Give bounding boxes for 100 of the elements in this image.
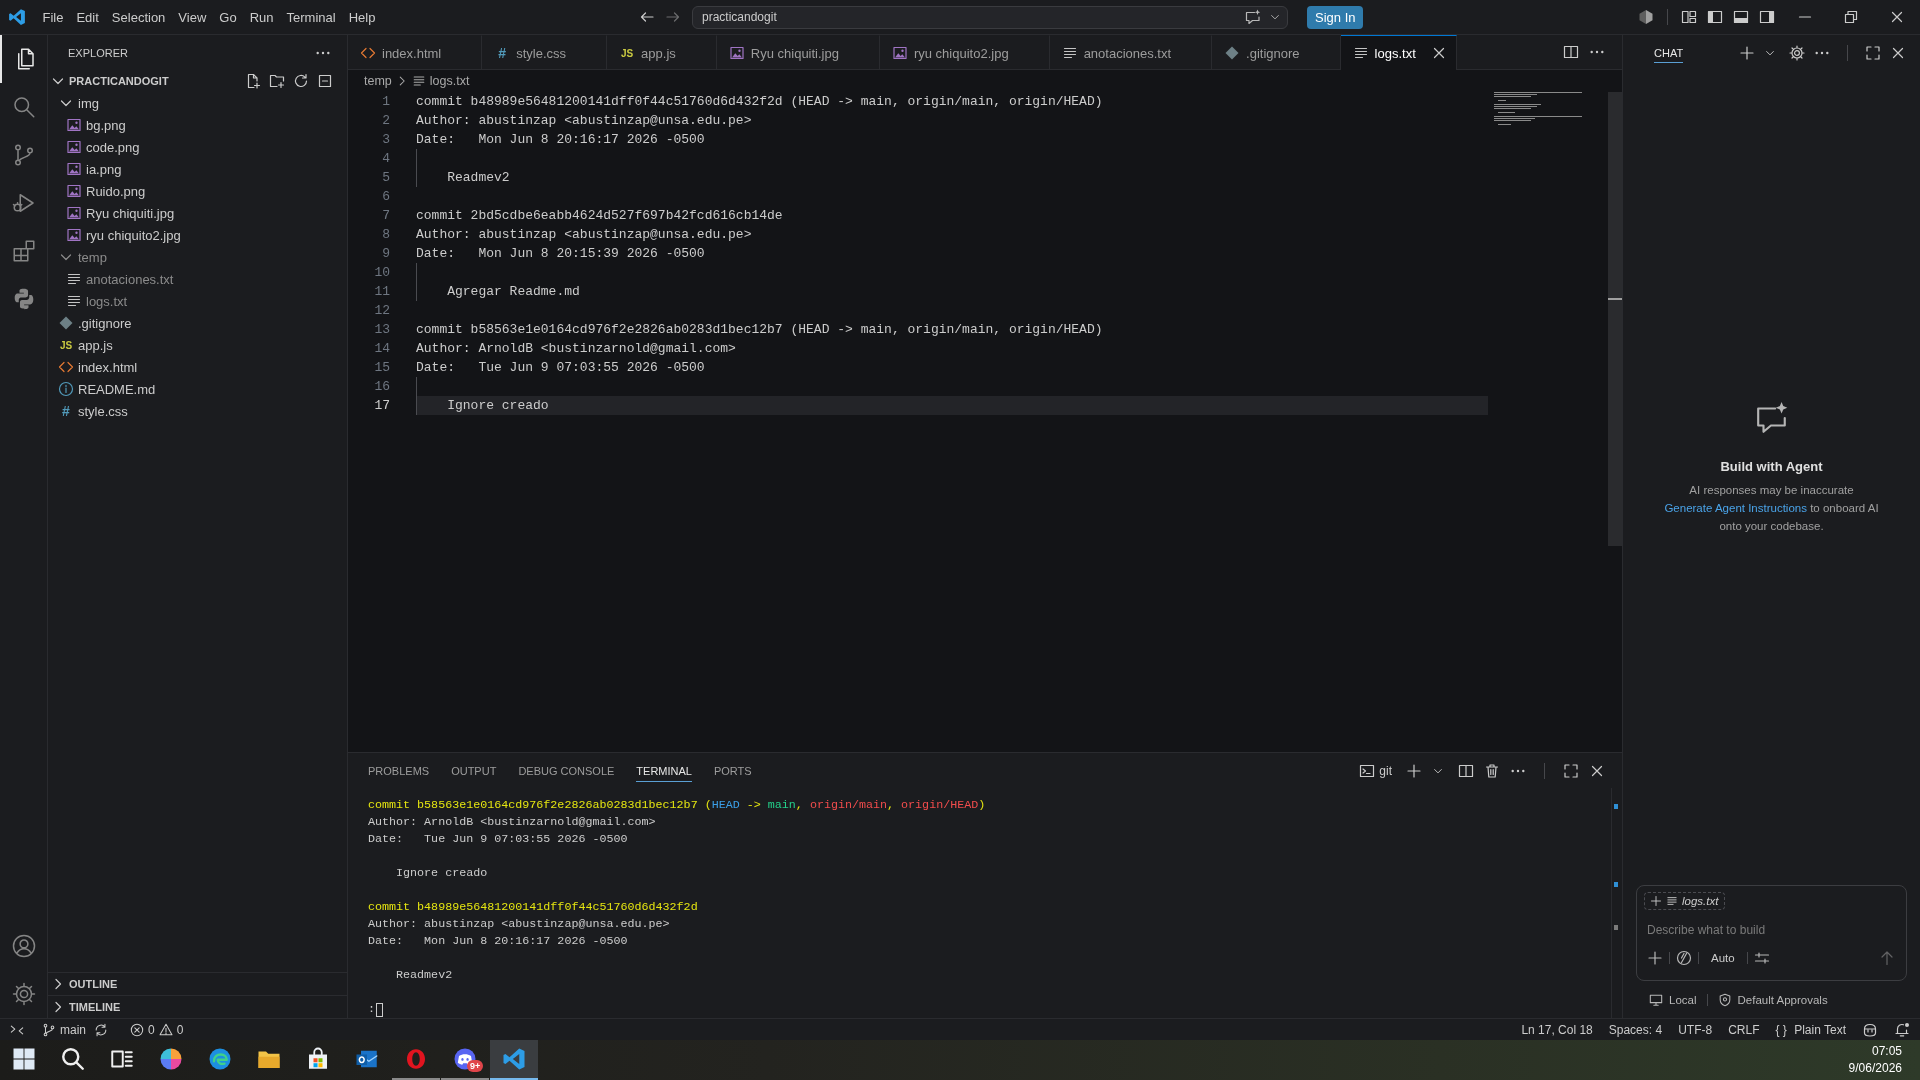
encoding-setting[interactable]: UTF-8 — [1678, 1022, 1713, 1037]
mode-picker[interactable]: Auto — [1705, 952, 1741, 964]
tree-item[interactable]: ia.png — [66, 161, 122, 177]
line-number: 8 — [382, 226, 390, 244]
taskbar-button[interactable]: 9+ — [441, 1040, 489, 1080]
location-picker[interactable]: Local — [1645, 992, 1701, 1007]
panel-tab[interactable]: OUTPUT — [451, 759, 497, 782]
chat-input[interactable]: Describe what to build — [1644, 920, 1898, 940]
hexagon-icon[interactable] — [1638, 9, 1654, 25]
wave-circle-icon — [208, 1047, 232, 1071]
maximize-icon[interactable] — [1865, 44, 1881, 61]
indentation-setting[interactable]: Spaces: 4 — [1608, 1022, 1663, 1037]
info-icon — [58, 381, 74, 397]
plus-icon — [1650, 895, 1662, 907]
sign-in-button[interactable]: Sign In — [1307, 5, 1364, 29]
layout-grid-icon[interactable] — [1681, 9, 1697, 25]
restore-icon[interactable] — [1843, 9, 1859, 25]
line-ending-setting[interactable]: CRLF — [1728, 1022, 1760, 1037]
sliders-icon[interactable] — [1753, 950, 1770, 966]
remote-icon[interactable] — [10, 1022, 24, 1037]
panel-tab[interactable]: TERMINAL — [636, 759, 692, 782]
search-icon — [11, 95, 36, 119]
cursor-position[interactable]: Ln 17, Col 18 — [1521, 1022, 1593, 1037]
chat-sparkle-icon[interactable] — [1245, 9, 1261, 25]
account-icon[interactable] — [11, 934, 36, 958]
robot-face-icon[interactable] — [1862, 1021, 1878, 1038]
layout-left-icon[interactable] — [1707, 9, 1723, 25]
tree-item[interactable]: .gitignore — [58, 315, 132, 331]
sync-icon[interactable] — [94, 1022, 108, 1037]
problems-indicator[interactable]: 0 0 — [130, 1022, 184, 1037]
settings-icon[interactable] — [1789, 44, 1805, 61]
menu-item[interactable]: Terminal — [280, 9, 343, 25]
layout-right-icon[interactable] — [1759, 9, 1775, 25]
branch-indicator[interactable]: main — [42, 1022, 86, 1037]
editor-tab[interactable]: anotaciones.txt — [1049, 35, 1213, 70]
folder-header[interactable]: PRACTICANDOGIT — [69, 75, 169, 87]
clock-time[interactable]: 07:05 — [1871, 1043, 1902, 1060]
chat-tab[interactable]: CHAT — [1654, 42, 1684, 63]
breadcrumb-item[interactable]: logs.txt — [411, 74, 470, 88]
editor-tab[interactable]: Ryu chiquiti.jpg — [716, 35, 880, 70]
line-number: 3 — [382, 131, 390, 149]
back-arrow-icon[interactable] — [639, 9, 655, 25]
command-center[interactable]: practicandogit — [692, 5, 1288, 29]
minimap[interactable] — [1494, 92, 1582, 126]
editor-tab[interactable]: JS app.js — [607, 35, 717, 70]
panel-tab[interactable]: DEBUG CONSOLE — [518, 759, 615, 782]
agent-instructions-link[interactable]: Generate Agent Instructions — [1664, 502, 1807, 514]
clock-date[interactable]: 9/06/2026 — [1848, 1060, 1902, 1077]
split-editor-icon[interactable] — [1563, 44, 1579, 60]
menu-item[interactable]: Run — [243, 9, 280, 25]
maximize-icon[interactable] — [1563, 762, 1579, 779]
new-folder-icon[interactable] — [269, 73, 285, 89]
new-chat-icon[interactable] — [1739, 44, 1755, 61]
refresh-icon[interactable] — [293, 73, 309, 89]
editor-tab[interactable]: index.html — [348, 35, 483, 70]
editor-tab[interactable]: logs.txt — [1340, 35, 1457, 70]
context-chip[interactable]: logs.txt — [1644, 892, 1726, 910]
tree-item[interactable]: index.html — [58, 359, 138, 375]
new-terminal-icon[interactable] — [1406, 762, 1422, 779]
breadcrumb-item[interactable]: temp — [364, 74, 392, 88]
section-header[interactable]: OUTLINE — [50, 976, 118, 992]
tree-item[interactable]: anotaciones.txt — [66, 271, 174, 287]
layout-bottom-icon[interactable] — [1733, 9, 1749, 25]
new-file-icon[interactable] — [245, 73, 261, 89]
image-file-icon — [891, 45, 908, 61]
tree-item[interactable]: logs.txt — [66, 293, 128, 309]
terminal-selector[interactable]: git — [1359, 762, 1392, 779]
language-mode[interactable]: { } Plain Text — [1775, 1022, 1846, 1037]
tree-item[interactable]: Ryu chiquiti.jpg — [66, 205, 175, 221]
trash-icon[interactable] — [1484, 762, 1500, 779]
collapse-icon[interactable] — [317, 73, 333, 89]
split-terminal-icon[interactable] — [1458, 762, 1474, 779]
panel-tab[interactable]: PROBLEMS — [368, 759, 430, 782]
editor-tab[interactable]: ryu chiquito2.jpg — [879, 35, 1050, 70]
menu-item[interactable]: Selection — [105, 9, 172, 25]
tree-item[interactable]: temp — [58, 249, 107, 265]
menu-item[interactable]: View — [171, 9, 213, 25]
tree-item[interactable]: README.md — [58, 381, 156, 397]
editor-tab[interactable]: # style.css — [482, 35, 608, 70]
tree-item[interactable]: # style.css — [58, 403, 128, 419]
notification-bell-icon[interactable] — [1894, 1021, 1910, 1038]
line-number: 12 — [374, 302, 390, 320]
scrollbar-thumb[interactable] — [1608, 92, 1622, 546]
menu-item[interactable]: Edit — [69, 9, 106, 25]
menu-item[interactable]: File — [36, 9, 70, 25]
editor-tab[interactable]: .gitignore — [1212, 35, 1341, 70]
add-icon[interactable] — [1647, 950, 1663, 966]
tree-item[interactable]: img — [58, 95, 99, 111]
close-icon[interactable] — [1889, 9, 1905, 25]
panel-tab[interactable]: PORTS — [713, 759, 752, 782]
tree-item[interactable]: JS app.js — [58, 337, 113, 353]
approvals-picker[interactable]: Default Approvals — [1713, 992, 1832, 1007]
section-header[interactable]: TIMELINE — [50, 999, 121, 1015]
tree-item[interactable]: ryu chiquito2.jpg — [66, 227, 181, 243]
settings-icon[interactable] — [11, 982, 36, 1006]
tree-item[interactable]: code.png — [66, 139, 140, 155]
tree-item[interactable]: Ruido.png — [66, 183, 146, 199]
tree-item[interactable]: bg.png — [66, 117, 126, 133]
menu-item[interactable]: Go — [212, 9, 244, 25]
menu-item[interactable]: Help — [342, 9, 382, 25]
